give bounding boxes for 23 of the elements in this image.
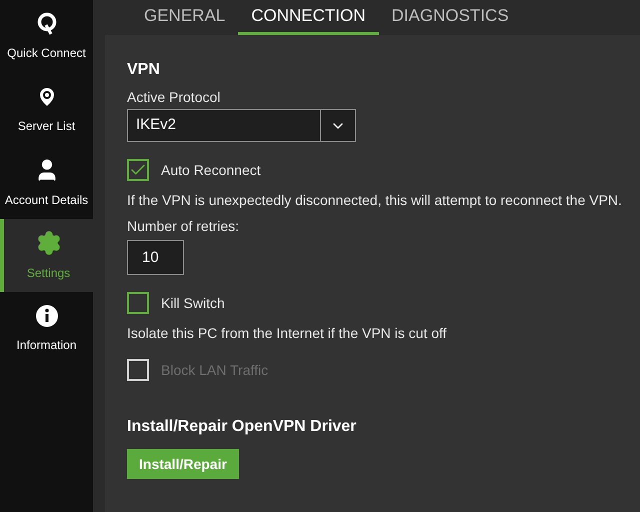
description-text: Isolate this PC from the Internet if the VPN is cut off xyxy=(127,324,448,342)
section-heading: Install/Repair OpenVPN Driver xyxy=(127,417,358,437)
info-icon xyxy=(34,304,58,328)
q-logo-icon xyxy=(36,12,58,36)
tab[interactable]: DIAGNOSTICS xyxy=(378,0,522,35)
checkbox-label: Auto Reconnect xyxy=(161,160,261,180)
retries-field[interactable]: 10 xyxy=(127,240,184,275)
sidebar-item[interactable]: Server List xyxy=(0,73,93,146)
sidebar-item[interactable]: Quick Connect xyxy=(0,0,93,73)
sidebar-item[interactable]: Settings xyxy=(0,219,93,292)
section-heading: VPN xyxy=(127,60,161,80)
field-label: Number of retries: xyxy=(127,217,240,235)
settings-icon xyxy=(36,230,62,256)
field-label: Active Protocol xyxy=(127,88,222,106)
checkbox[interactable] xyxy=(127,292,149,314)
protocol-dropdown[interactable]: IKEv2 xyxy=(127,109,356,142)
sidebar-item[interactable]: Account Details xyxy=(0,146,93,219)
sidebar-item[interactable]: Information xyxy=(0,292,93,365)
checkbox[interactable] xyxy=(127,159,149,181)
description-text: If the VPN is unexpectedly disconnected, this will attempt to reconnect the VPN. xyxy=(127,191,623,209)
tab[interactable]: GENERAL xyxy=(131,0,238,35)
checkbox-label: Kill Switch xyxy=(161,294,225,312)
checkbox-label: Block LAN Traffic xyxy=(161,360,268,380)
